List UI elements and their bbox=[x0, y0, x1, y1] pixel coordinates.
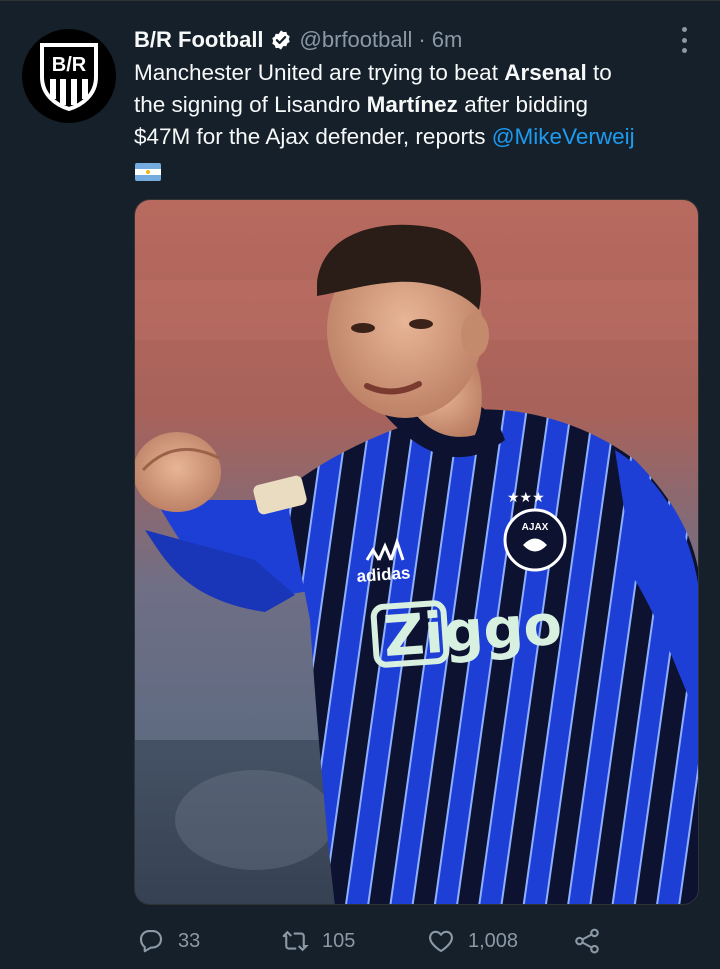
separator-dot: · bbox=[418, 27, 426, 52]
text-segment: after bidding bbox=[457, 92, 589, 117]
jersey-sponsor-text: Ziggo bbox=[381, 593, 564, 670]
avatar[interactable]: B/R bbox=[22, 29, 116, 123]
retweet-icon bbox=[282, 930, 309, 952]
mention-link[interactable]: @MikeVerweij bbox=[492, 124, 635, 149]
br-logo-icon: B/R bbox=[40, 43, 98, 111]
text-bold-arsenal: Arsenal bbox=[504, 60, 587, 85]
argentina-flag-icon bbox=[135, 163, 161, 181]
heart-icon bbox=[429, 930, 453, 953]
club-crest-text: AJAX bbox=[522, 522, 549, 533]
text-segment: Manchester United are trying to beat bbox=[134, 60, 505, 85]
text-bold-martinez: Martínez bbox=[366, 92, 458, 117]
kit-brand-text: adidas bbox=[356, 563, 411, 586]
retweet-button[interactable]: 105 bbox=[280, 923, 355, 959]
more-dots-icon[interactable] bbox=[676, 27, 692, 53]
verified-badge-icon bbox=[270, 29, 292, 51]
reply-count: 33 bbox=[178, 929, 201, 952]
reply-icon bbox=[139, 929, 163, 953]
display-name[interactable]: B/R Football bbox=[134, 27, 264, 53]
share-button[interactable] bbox=[572, 923, 614, 959]
handle[interactable]: @brfootball bbox=[300, 27, 413, 53]
text-segment: to bbox=[586, 60, 612, 85]
like-count: 1,008 bbox=[468, 929, 519, 952]
tweet[interactable]: B/R B/R Football @brfootball · 6m Manche… bbox=[0, 0, 720, 969]
tweet-text: Manchester United are trying to beat Ars… bbox=[134, 57, 704, 153]
tweet-actions: 33 105 1,008 bbox=[134, 923, 614, 959]
text-segment: the signing of Lisandro bbox=[134, 92, 367, 117]
avatar-text: B/R bbox=[52, 54, 87, 76]
reply-button[interactable]: 33 bbox=[136, 923, 200, 959]
timestamp[interactable]: 6m bbox=[432, 27, 463, 53]
svg-text:★★★: ★★★ bbox=[507, 490, 545, 506]
share-icon bbox=[575, 928, 599, 954]
retweet-count: 105 bbox=[322, 929, 356, 952]
tweet-text-line-3: $47M for the Ajax defender, reports @Mik… bbox=[134, 121, 704, 153]
tweet-text-line-2: the signing of Lisandro Martínez after b… bbox=[134, 89, 704, 121]
tweet-text-line-1: Manchester United are trying to beat Ars… bbox=[134, 57, 704, 89]
like-button[interactable]: 1,008 bbox=[426, 923, 518, 959]
text-segment: $47M for the Ajax defender, reports bbox=[134, 124, 492, 149]
player-photo: ★★★ AJAX adidas Ziggo bbox=[135, 200, 698, 904]
tweet-media-photo[interactable]: ★★★ AJAX adidas Ziggo bbox=[134, 199, 699, 905]
tweet-header: B/R Football @brfootball · 6m bbox=[134, 25, 660, 55]
